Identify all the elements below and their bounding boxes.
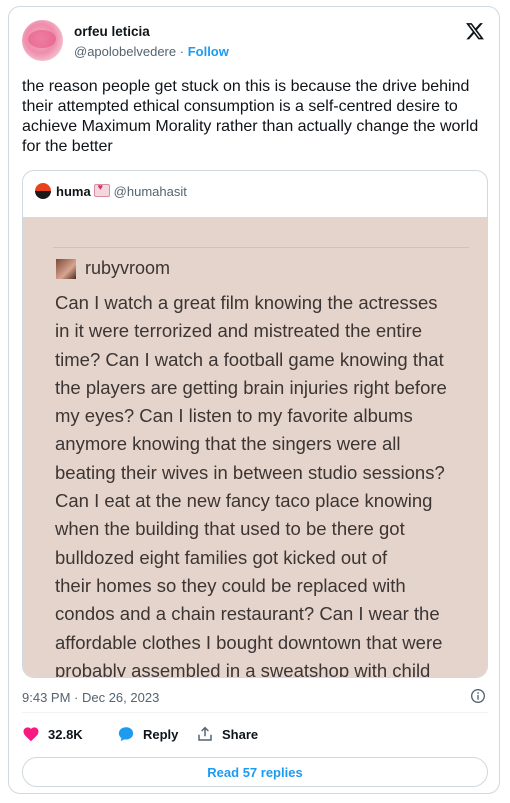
quoted-author-name: huma [56,184,91,199]
author-display-name[interactable]: orfeu leticia [74,24,150,39]
read-replies-button[interactable]: Read 57 replies [22,757,488,787]
image-divider [53,247,469,248]
author-handle-line: @apolobelvedere · Follow [74,44,229,59]
reply-button[interactable]: Reply [117,725,178,743]
tweet-timestamp[interactable]: 9:43 PM · Dec 26, 2023 [22,690,159,705]
love-letter-emoji-icon [93,182,110,197]
quoted-author-handle: @humahasit [113,184,187,199]
tweet-card: orfeu leticia @apolobelvedere · Follow t… [8,6,500,794]
quoted-tweet-image[interactable]: rubyvroom Can I watch a great film knowi… [23,217,487,677]
like-button[interactable]: 32.8K [22,725,83,743]
like-count: 32.8K [48,726,83,742]
image-user-avatar [56,259,76,279]
share-button[interactable]: Share [196,725,258,743]
share-label: Share [222,726,259,742]
info-icon[interactable] [470,688,486,704]
heart-icon [23,727,39,742]
divider [22,712,488,713]
quoted-author-avatar [35,183,51,199]
x-logo-icon[interactable] [465,21,485,41]
share-icon [198,726,212,741]
image-username: rubyvroom [85,258,171,278]
reply-bubble-icon [118,727,134,742]
author-handle[interactable]: @apolobelvedere [74,44,176,59]
quoted-tweet[interactable]: huma @humahasit rubyvroom Can I watch a g… [22,170,488,678]
reply-label: Reply [143,726,179,742]
quoted-tweet-header: huma @humahasit [35,182,187,199]
tweet-text: the reason people get stuck on this is b… [22,78,479,155]
image-post-text: Can I watch a great film knowing the act… [55,292,447,678]
handle-separator: · [179,44,185,59]
author-avatar[interactable] [22,20,63,61]
follow-button[interactable]: Follow [188,44,229,59]
